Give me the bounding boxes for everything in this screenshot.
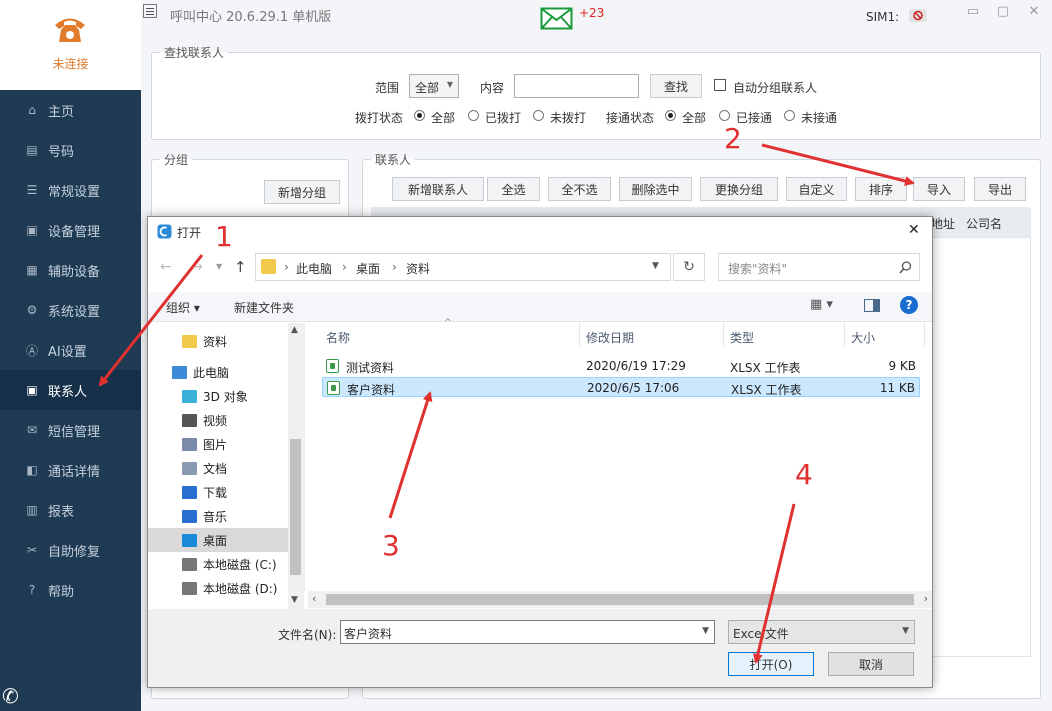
annotation-2: 2 xyxy=(724,122,742,155)
annotation-4: 4 xyxy=(795,458,813,491)
annotation-1: 1 xyxy=(215,220,233,253)
annotation-arrows xyxy=(98,143,915,664)
annotation-3: 3 xyxy=(382,529,400,562)
